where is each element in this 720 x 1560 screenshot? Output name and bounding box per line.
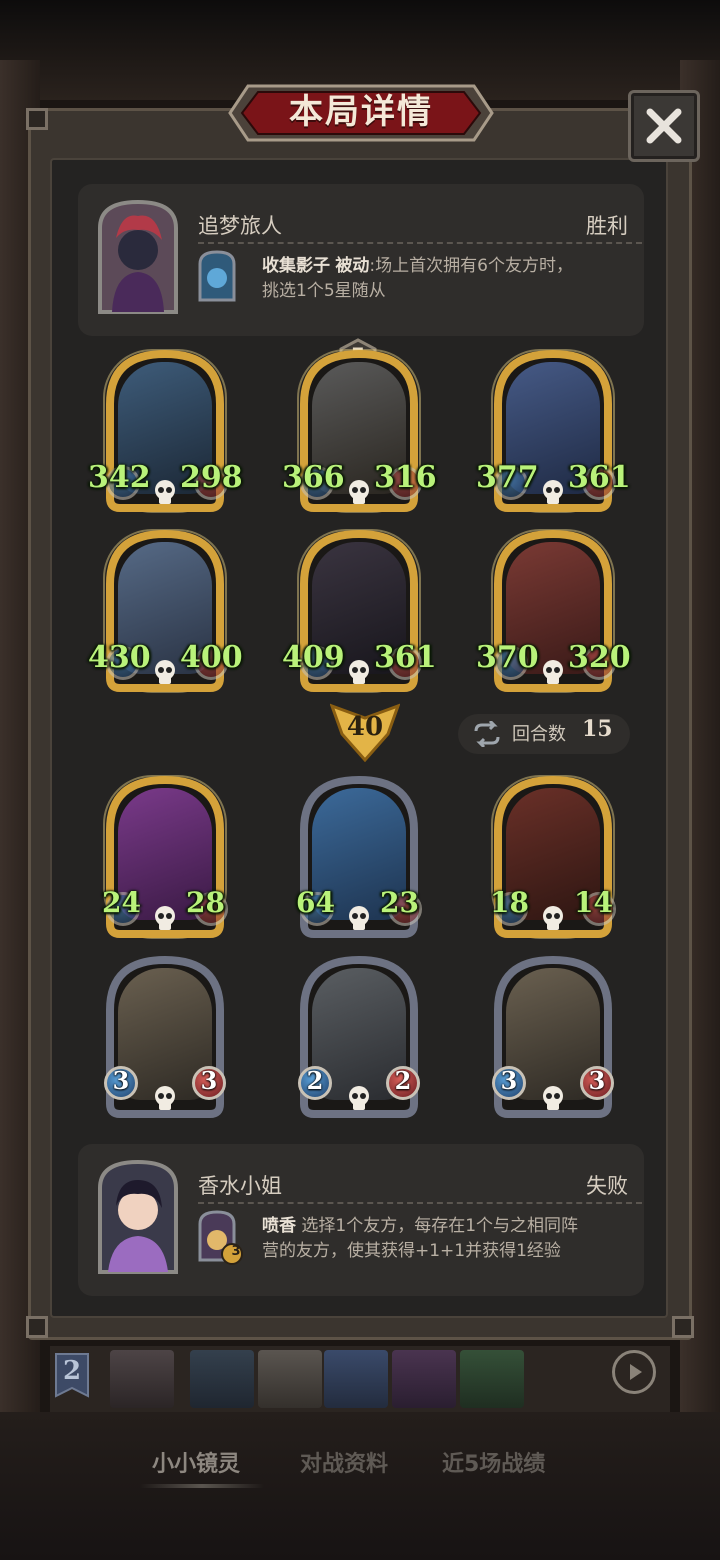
health-value: 3 bbox=[200, 1066, 218, 1095]
background-bottom bbox=[0, 1412, 720, 1560]
opponent-thumbnail[interactable] bbox=[324, 1350, 388, 1408]
health-value: 298 bbox=[180, 460, 243, 495]
loser-avatar[interactable] bbox=[92, 1158, 184, 1280]
attack-value: 430 bbox=[88, 640, 151, 675]
skill-desc-line2: 营的友方，使其获得+1+1并获得1经验 bbox=[262, 1241, 561, 1261]
close-button[interactable] bbox=[628, 90, 700, 162]
frame-corner bbox=[672, 1316, 694, 1338]
opponent-thumbnail[interactable] bbox=[392, 1350, 456, 1408]
opponent-thumbnail[interactable] bbox=[258, 1350, 322, 1408]
skull-icon bbox=[539, 1084, 567, 1112]
health-value: 316 bbox=[374, 460, 437, 495]
close-x-icon bbox=[646, 108, 682, 144]
play-icon bbox=[630, 1364, 642, 1380]
skill-type: 被动 bbox=[335, 256, 370, 276]
minion-card[interactable]: 366 316 bbox=[282, 348, 437, 514]
skull-icon bbox=[539, 904, 567, 932]
divider bbox=[198, 242, 642, 244]
passive-skill-icon[interactable] bbox=[196, 250, 238, 302]
damage-value: 40 bbox=[346, 712, 384, 742]
skull-icon bbox=[151, 904, 179, 932]
skull-icon bbox=[345, 1084, 373, 1112]
minion-card[interactable]: 3 3 bbox=[490, 954, 616, 1120]
health-value: 361 bbox=[568, 460, 631, 495]
skull-icon bbox=[151, 658, 179, 686]
skull-icon bbox=[345, 478, 373, 506]
opponent-thumbnail[interactable] bbox=[460, 1350, 524, 1408]
attack-value: 2 bbox=[306, 1066, 324, 1095]
health-value: 320 bbox=[568, 640, 631, 675]
winner-name: 追梦旅人 bbox=[198, 214, 282, 238]
skill-badge-number: 3 bbox=[231, 1244, 241, 1259]
opponent-thumbnail[interactable] bbox=[190, 1350, 254, 1408]
minion-card[interactable]: 64 23 bbox=[296, 774, 422, 940]
loser-name: 香水小姐 bbox=[198, 1174, 282, 1198]
opponent-thumbnail[interactable] bbox=[110, 1350, 174, 1408]
round-value: 15 bbox=[582, 716, 613, 742]
winner-skill-description: 收集影子 被动:场上首次拥有6个友方时， 挑选1个5星随从 bbox=[262, 254, 636, 304]
skull-icon bbox=[539, 658, 567, 686]
attack-value: 409 bbox=[282, 640, 345, 675]
minion-card[interactable]: 2 2 bbox=[296, 954, 422, 1120]
round-cycle-icon bbox=[474, 721, 500, 747]
health-value: 400 bbox=[180, 640, 243, 675]
loser-skill-description: 喷香 选择1个友方，每存在1个与之相同阵 营的友方，使其获得+1+1并获得1经验 bbox=[262, 1214, 636, 1264]
tab-bar: 小小镜灵 对战资料 近5场战绩 bbox=[0, 1446, 720, 1486]
frame-corner bbox=[26, 1316, 48, 1338]
attack-value: 370 bbox=[476, 640, 539, 675]
health-value: 3 bbox=[588, 1066, 606, 1095]
attack-value: 64 bbox=[296, 886, 335, 919]
skill-desc-line1: 选择1个友方，每存在1个与之相同阵 bbox=[301, 1216, 579, 1236]
minion-card[interactable]: 409 361 bbox=[282, 528, 437, 694]
skull-icon bbox=[151, 478, 179, 506]
attack-value: 342 bbox=[88, 460, 151, 495]
minion-card[interactable]: 342 298 bbox=[88, 348, 243, 514]
minion-card[interactable]: 370 320 bbox=[476, 528, 631, 694]
page-title: 本局详情 bbox=[289, 92, 433, 132]
attack-value: 3 bbox=[112, 1066, 130, 1095]
round-label: 回合数 bbox=[512, 724, 566, 745]
health-value: 2 bbox=[394, 1066, 412, 1095]
minion-card[interactable]: 430 400 bbox=[88, 528, 243, 694]
skull-icon bbox=[345, 658, 373, 686]
attack-value: 18 bbox=[490, 886, 529, 919]
skull-icon bbox=[151, 1084, 179, 1112]
minion-card[interactable]: 3 3 bbox=[102, 954, 228, 1120]
skill-name: 收集影子 bbox=[262, 256, 330, 276]
tab-little-mirror-spirit[interactable]: 小小镜灵 bbox=[152, 1446, 240, 1478]
frame-corner bbox=[26, 108, 48, 130]
minion-card[interactable]: 24 28 bbox=[102, 774, 228, 940]
title-banner: 本局详情 bbox=[228, 82, 494, 144]
tab-battle-data[interactable]: 对战资料 bbox=[300, 1446, 388, 1478]
replay-button[interactable] bbox=[612, 1350, 656, 1394]
minion-card[interactable]: 18 14 bbox=[490, 774, 616, 940]
skull-icon bbox=[345, 904, 373, 932]
attack-value: 366 bbox=[282, 460, 345, 495]
health-value: 361 bbox=[374, 640, 437, 675]
minion-card[interactable]: 377 361 bbox=[476, 348, 631, 514]
rank-number: 2 bbox=[62, 1356, 82, 1386]
skull-icon bbox=[539, 478, 567, 506]
winner-avatar[interactable] bbox=[92, 198, 184, 320]
health-value: 28 bbox=[186, 886, 225, 919]
divider bbox=[198, 1202, 642, 1204]
attack-value: 24 bbox=[102, 886, 141, 919]
attack-value: 377 bbox=[476, 460, 539, 495]
winner-result: 胜利 bbox=[586, 214, 628, 238]
loser-result: 失败 bbox=[586, 1174, 628, 1198]
skill-desc-line1: :场上首次拥有6个友方时， bbox=[369, 256, 573, 276]
health-value: 23 bbox=[380, 886, 419, 919]
health-value: 14 bbox=[574, 886, 613, 919]
skill-name: 喷香 bbox=[262, 1216, 296, 1236]
skill-desc-line2: 挑选1个5星随从 bbox=[262, 281, 386, 301]
tab-recent-5-matches[interactable]: 近5场战绩 bbox=[442, 1446, 545, 1478]
attack-value: 3 bbox=[500, 1066, 518, 1095]
